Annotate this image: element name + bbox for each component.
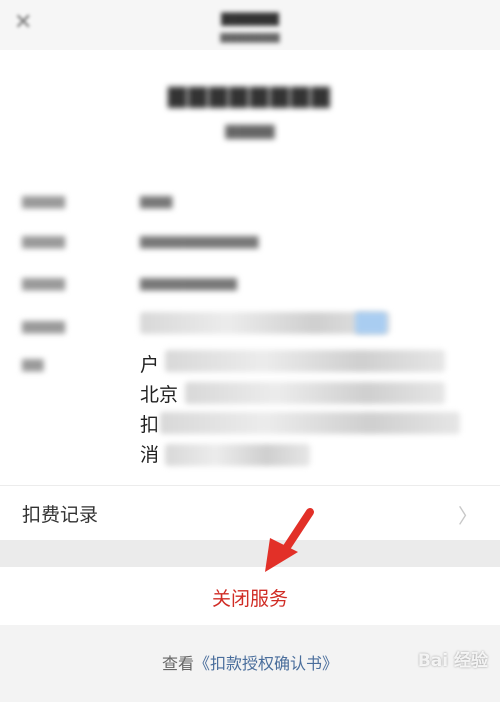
info-row-value: ▆▆▆▆▆▆▆▆▆	[140, 275, 237, 291]
service-subtitle: ▆▆▆▆	[225, 120, 275, 139]
top-bar-title: ▆▆▆▆▆	[221, 8, 279, 26]
top-bar-subtitle: ▆▆▆▆▆▆▆	[220, 30, 280, 43]
close-service-button[interactable]: 关闭服务	[0, 567, 500, 625]
info-row-label: ▆▆	[22, 356, 44, 372]
info-row-label: ▆▆▆▆	[22, 233, 66, 249]
blurred-link	[355, 312, 387, 334]
top-bar: ✕ ▆▆▆▆▆ ▆▆▆▆▆▆▆	[0, 0, 500, 50]
blurred-text	[165, 350, 445, 372]
service-title: ▆▆▆▆▆▆▆▆	[168, 80, 332, 108]
footer-prefix: 查看	[161, 654, 194, 673]
detail-line-3: 扣	[140, 414, 160, 436]
info-row-label: ▆▆▆▆	[22, 275, 66, 291]
blurred-text	[185, 382, 445, 404]
chevron-right-icon: 〉	[458, 504, 478, 528]
deduction-record-label: 扣费记录	[22, 504, 99, 526]
detail-line-2: 北京	[140, 384, 179, 406]
info-row-label: ▆▆▆▆	[22, 193, 66, 209]
deduction-record-row[interactable]: 扣费记录 〉	[0, 485, 500, 539]
detail-line-4: 消	[140, 444, 160, 466]
info-row-value: ▆▆▆▆▆▆▆▆▆▆▆	[140, 233, 259, 249]
info-row-label: ▆▆▆▆	[22, 318, 66, 334]
authorization-document-link: 《扣款授权确认书》	[194, 654, 339, 673]
blurred-value	[140, 312, 390, 334]
service-card: ▆▆▆▆▆▆▆▆ ▆▆▆▆ ▆▆▆▆ ▆▆▆ ▆▆▆▆ ▆▆▆▆▆▆▆▆▆▆▆ …	[0, 50, 500, 540]
blurred-text	[160, 412, 460, 434]
info-row-value: ▆▆▆	[140, 193, 173, 209]
close-service-label: 关闭服务	[211, 588, 288, 610]
detail-line-1: 户	[140, 354, 160, 376]
blurred-text	[165, 444, 310, 466]
section-gap	[0, 540, 500, 567]
watermark-logo: Bai 经验	[417, 651, 488, 671]
